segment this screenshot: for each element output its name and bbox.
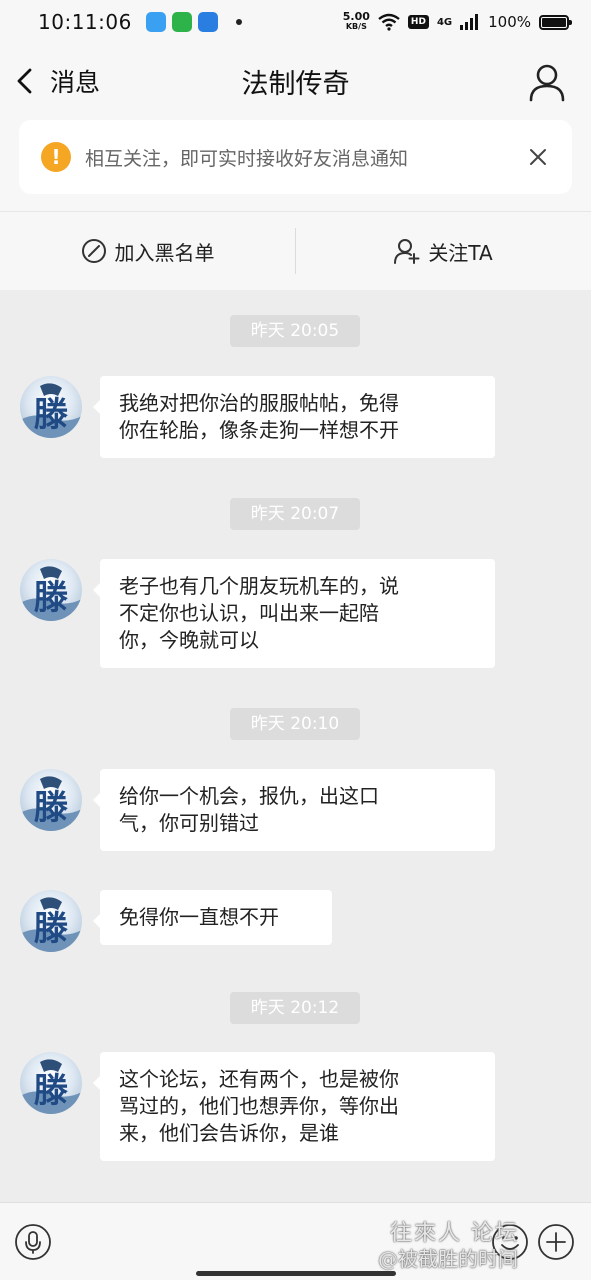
message-line: 不定你也认识，叫出来一起陪 [119, 601, 379, 625]
message-line: 这个论坛，还有两个，也是被你 [119, 1067, 399, 1091]
status-bar: 10:11:06 5.00 KB/S HD 4G 100% [0, 0, 591, 44]
net-speed-value: 5.00 [342, 10, 370, 23]
block-label: 加入黑名单 [114, 240, 215, 265]
message-line: 你，今晚就可以 [119, 628, 259, 652]
block-button[interactable]: 加入黑名单 [0, 212, 295, 290]
svg-text:滕: 滕 [34, 578, 68, 618]
timestamp-pill: 昨天 20:12 [230, 992, 360, 1024]
timestamp-pill: 昨天 20:05 [230, 315, 360, 347]
more-notifications-dot [235, 19, 242, 25]
message-app-icon [145, 12, 166, 32]
hd-badge: HD [407, 15, 429, 29]
block-icon [81, 239, 106, 263]
user-profile-icon[interactable] [527, 62, 567, 102]
message-bubble[interactable]: 免得你一直想不开 [93, 890, 332, 945]
chat-message-list[interactable]: 昨天 20:05 滕 我绝对把你治的服服帖帖，免得 你在轮胎，像条走狗一样想不开… [0, 290, 591, 1202]
chevron-left-icon [17, 68, 32, 94]
microphone-icon[interactable] [14, 1223, 52, 1261]
signal-bars-icon [460, 14, 479, 30]
sender-avatar[interactable]: 滕 [20, 1052, 82, 1114]
avatar-image: 滕 [20, 383, 82, 438]
battery-icon [539, 14, 572, 30]
battery-percent: 100% [488, 13, 531, 31]
avatar-image: 滕 [20, 566, 82, 621]
back-button[interactable]: 消息 [12, 63, 100, 99]
close-icon[interactable] [526, 145, 550, 169]
signal-type: 4G [436, 16, 453, 28]
message-line: 给你一个机会，报仇，出这口 [119, 784, 379, 808]
plus-icon[interactable] [537, 1223, 575, 1261]
svg-text:滕: 滕 [34, 909, 68, 949]
message-line: 老子也有几个朋友玩机车的，说 [119, 574, 399, 598]
action-bar: 加入黑名单 关注TA [0, 211, 591, 290]
message-line: 你在轮胎，像条走狗一样想不开 [119, 418, 399, 442]
network-speed: 5.00 KB/S [342, 10, 370, 32]
emoji-icon[interactable] [491, 1223, 529, 1261]
sender-avatar[interactable]: 滕 [20, 769, 82, 831]
message-bubble[interactable]: 我绝对把你治的服服帖帖，免得 你在轮胎，像条走狗一样想不开 [93, 376, 495, 458]
svg-text:滕: 滕 [34, 395, 68, 435]
weather-app-icon [197, 12, 218, 32]
add-user-icon [394, 239, 420, 264]
sender-avatar[interactable]: 滕 [20, 559, 82, 621]
message-input[interactable] [66, 1217, 462, 1267]
notice-text: 相互关注，即可实时接收好友消息通知 [85, 147, 409, 170]
timestamp-pill: 昨天 20:07 [230, 498, 360, 530]
message-bubble[interactable]: 这个论坛，还有两个，也是被你 骂过的，他们也想弄你，等你出 来，他们会告诉你，是… [93, 1052, 495, 1161]
notification-icons [145, 12, 242, 32]
follow-button[interactable]: 关注TA [296, 212, 591, 290]
net-speed-unit: KB/S [345, 22, 367, 31]
avatar-image: 滕 [20, 1059, 82, 1114]
sender-avatar[interactable]: 滕 [20, 376, 82, 438]
message-bubble[interactable]: 给你一个机会，报仇，出这口 气，你可别错过 [93, 769, 495, 851]
timestamp-pill: 昨天 20:10 [230, 708, 360, 740]
wechat-app-icon [171, 12, 192, 32]
avatar-image: 滕 [20, 897, 82, 952]
message-bubble[interactable]: 老子也有几个朋友玩机车的，说 不定你也认识，叫出来一起陪 你，今晚就可以 [93, 559, 495, 668]
message-line: 骂过的，他们也想弄你，等你出 [119, 1094, 399, 1118]
message-line: 来，他们会告诉你，是谁 [119, 1121, 339, 1145]
wifi-icon [378, 13, 400, 31]
home-indicator[interactable] [196, 1271, 396, 1276]
follow-notice-banner: ! 相互关注，即可实时接收好友消息通知 [19, 120, 572, 194]
nav-header: 消息 法制传奇 [0, 44, 591, 118]
sender-avatar[interactable]: 滕 [20, 890, 82, 952]
svg-text:滕: 滕 [34, 1071, 68, 1111]
avatar-image: 滕 [20, 776, 82, 831]
follow-label: 关注TA [428, 240, 493, 265]
message-line: 免得你一直想不开 [119, 905, 279, 929]
status-time: 10:11:06 [38, 10, 132, 34]
svg-text:滕: 滕 [34, 788, 68, 828]
notice-container: ! 相互关注，即可实时接收好友消息通知 [0, 118, 591, 211]
warning-icon: ! [41, 142, 71, 172]
message-line: 我绝对把你治的服服帖帖，免得 [119, 391, 399, 415]
input-bar [0, 1202, 591, 1280]
back-label: 消息 [50, 68, 101, 97]
message-line: 气，你可别错过 [119, 811, 259, 835]
